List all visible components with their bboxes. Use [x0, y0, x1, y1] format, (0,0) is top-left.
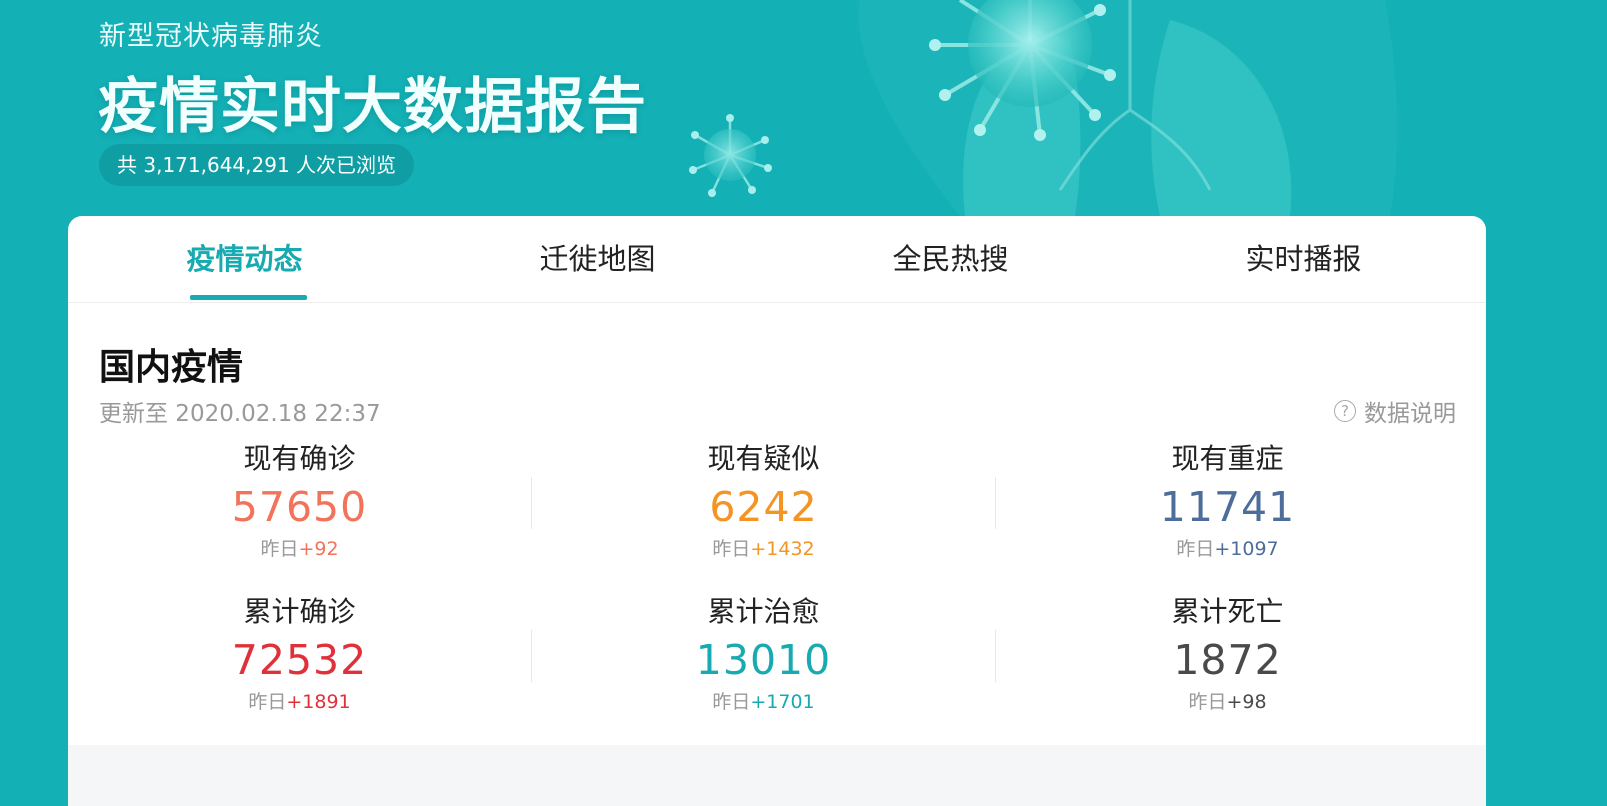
stat-label: 累计治愈	[707, 595, 820, 628]
stat-value: 11741	[1159, 483, 1296, 531]
stat-delta-prefix: 昨日	[1176, 538, 1215, 560]
stat-delta: 昨日+1891	[68, 689, 531, 715]
stat-total-deaths: 累计死亡 1872 昨日+98	[996, 593, 1459, 715]
hero-banner: 新型冠状病毒肺炎 疫情实时大数据报告 共 3,171,644,291 人次已浏览	[0, 0, 1607, 216]
main-card: 疫情动态 迁徙地图 全民热搜 实时播报 国内疫情 更新至 2020.02.18 …	[68, 216, 1486, 806]
stat-value: 13010	[695, 636, 832, 684]
stat-delta-value: +1432	[750, 538, 815, 560]
views-counter-badge: 共 3,171,644,291 人次已浏览	[99, 144, 415, 186]
active-tab-indicator	[190, 295, 307, 300]
stat-delta: 昨日+98	[996, 689, 1459, 715]
stat-label: 累计死亡	[1171, 595, 1284, 628]
stat-delta-prefix: 昨日	[712, 691, 751, 713]
stat-delta-prefix: 昨日	[248, 691, 287, 713]
stat-current-severe: 现有重症 11741 昨日+1097	[996, 440, 1459, 562]
stat-total-confirmed: 累计确诊 72532 昨日+1891	[68, 593, 531, 715]
stat-delta: 昨日+92	[68, 536, 531, 562]
stat-label: 累计确诊	[243, 595, 356, 628]
stat-delta: 昨日+1701	[532, 689, 995, 715]
hero-subtitle: 新型冠状病毒肺炎	[99, 21, 323, 52]
stat-delta-prefix: 昨日	[1188, 691, 1227, 713]
stat-label: 现有疑似	[707, 442, 820, 475]
bottom-strip	[68, 745, 1486, 806]
tab-live-broadcast[interactable]: 实时播报	[1127, 216, 1480, 302]
question-circle-icon: ?	[1334, 400, 1356, 422]
stat-delta: 昨日+1097	[996, 536, 1459, 562]
stat-delta-prefix: 昨日	[712, 538, 751, 560]
data-explanation-link[interactable]: ? 数据说明	[1334, 394, 1456, 428]
stat-delta: 昨日+1432	[532, 536, 995, 562]
stat-delta-value: +1891	[286, 691, 351, 713]
tab-migration-map[interactable]: 迁徙地图	[421, 216, 774, 302]
stat-delta-value: +92	[298, 538, 339, 560]
stat-value: 6242	[709, 483, 818, 531]
stat-label: 现有重症	[1171, 442, 1284, 475]
section-title: 国内疫情	[99, 347, 244, 388]
tab-bar: 疫情动态 迁徙地图 全民热搜 实时播报	[68, 216, 1486, 303]
stat-label: 现有确诊	[243, 442, 356, 475]
stat-current-confirmed: 现有确诊 57650 昨日+92	[68, 440, 531, 562]
stat-delta-value: +1701	[750, 691, 815, 713]
stat-delta-value: +1097	[1214, 538, 1279, 560]
page-title: 疫情实时大数据报告	[98, 72, 647, 142]
stat-current-suspected: 现有疑似 6242 昨日+1432	[532, 440, 995, 562]
tab-trending-search[interactable]: 全民热搜	[774, 216, 1127, 302]
tab-epidemic-dynamics[interactable]: 疫情动态	[68, 216, 421, 302]
data-explanation-label: 数据说明	[1364, 401, 1456, 427]
stat-value: 72532	[231, 636, 368, 684]
update-timestamp: 更新至 2020.02.18 22:37	[99, 401, 381, 427]
stat-delta-prefix: 昨日	[260, 538, 299, 560]
stat-value: 57650	[231, 483, 368, 531]
stat-value: 1872	[1173, 636, 1282, 684]
stat-total-cured: 累计治愈 13010 昨日+1701	[532, 593, 995, 715]
stat-delta-value: +98	[1226, 691, 1267, 713]
